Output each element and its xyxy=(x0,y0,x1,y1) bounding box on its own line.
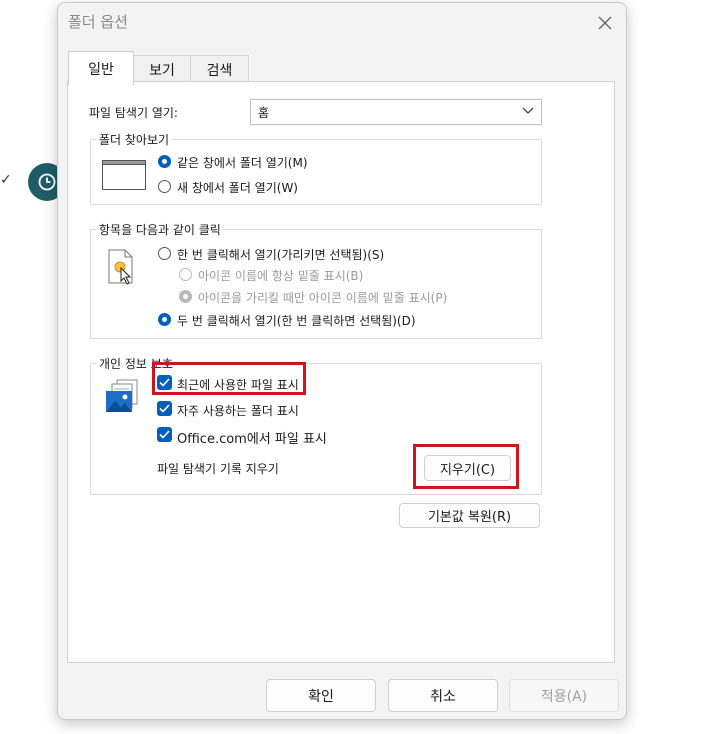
folder-options-dialog: 폴더 옵션 일반 보기 검색 파일 탐색기 열기: 홈 폴더 찾아보기 같은 창… xyxy=(57,2,627,720)
checkmark-icon xyxy=(159,378,170,387)
click-items-legend: 항목을 다음과 같이 클릭 xyxy=(97,221,223,238)
clear-history-label: 파일 탐색기 기록 지우기 xyxy=(157,462,279,476)
privacy-group: 개인 정보 보호 최근에 사용한 파일 표시 자주 사용하는 폴더 표시 Off… xyxy=(90,355,542,495)
click-document-icon xyxy=(108,249,133,285)
window-icon xyxy=(102,160,146,190)
underline-hover-radio[interactable] xyxy=(179,290,192,303)
privacy-documents-icon xyxy=(106,379,138,412)
recent-files-label: 최근에 사용한 파일 표시 xyxy=(177,378,299,392)
cancel-button[interactable]: 취소 xyxy=(388,679,498,712)
underline-always-label: 아이콘 이름에 항상 밑줄 표시(B) xyxy=(198,269,364,283)
clear-history-button[interactable]: 지우기(C) xyxy=(424,455,511,481)
ok-button[interactable]: 확인 xyxy=(266,679,376,712)
tab-view[interactable]: 보기 xyxy=(132,55,192,84)
underline-always-radio[interactable] xyxy=(179,268,192,281)
double-click-label: 두 번 클릭해서 열기(한 번 클릭하면 선택됨)(D) xyxy=(177,314,416,328)
checkmark-icon xyxy=(159,430,170,439)
single-click-radio[interactable] xyxy=(158,247,171,260)
recent-files-checkbox[interactable] xyxy=(157,375,172,390)
new-window-radio[interactable] xyxy=(158,180,171,193)
chevron-down-icon xyxy=(522,107,534,114)
new-window-label: 새 창에서 폴더 열기(W) xyxy=(177,181,298,195)
click-items-group: 항목을 다음과 같이 클릭 한 번 클릭해서 열기(가리키면 선택됨)(S) 아… xyxy=(90,221,542,339)
same-window-radio[interactable] xyxy=(158,155,171,168)
tab-search[interactable]: 검색 xyxy=(190,55,249,84)
apply-button[interactable]: 적용(A) xyxy=(509,679,619,712)
single-click-label: 한 번 클릭해서 열기(가리키면 선택됨)(S) xyxy=(177,248,385,262)
close-button[interactable] xyxy=(594,12,616,34)
close-icon xyxy=(598,16,612,30)
browse-folders-group: 폴더 찾아보기 같은 창에서 폴더 열기(M) 새 창에서 폴더 열기(W) xyxy=(90,131,542,205)
check-mark-icon: ✓ xyxy=(0,172,12,188)
dialog-title: 폴더 옵션 xyxy=(68,13,128,31)
checkmark-icon xyxy=(159,404,170,413)
general-tab-panel: 파일 탐색기 열기: 홈 폴더 찾아보기 같은 창에서 폴더 열기(M) 새 창… xyxy=(67,81,615,663)
restore-defaults-button[interactable]: 기본값 복원(R) xyxy=(399,503,540,528)
tab-general[interactable]: 일반 xyxy=(68,51,134,85)
frequent-folders-label: 자주 사용하는 폴더 표시 xyxy=(177,404,299,418)
double-click-radio[interactable] xyxy=(158,313,171,326)
underline-hover-label: 아이콘을 가리킬 때만 아이콘 이름에 밑줄 표시(P) xyxy=(198,291,448,305)
office-files-checkbox[interactable] xyxy=(157,427,172,442)
privacy-legend: 개인 정보 보호 xyxy=(97,355,175,372)
open-explorer-label: 파일 탐색기 열기: xyxy=(89,106,178,120)
office-files-label: Office.com에서 파일 표시 xyxy=(177,432,327,447)
same-window-label: 같은 창에서 폴더 열기(M) xyxy=(177,156,308,170)
frequent-folders-checkbox[interactable] xyxy=(157,401,172,416)
browse-folders-legend: 폴더 찾아보기 xyxy=(97,131,172,148)
open-explorer-select[interactable]: 홈 xyxy=(250,99,542,125)
